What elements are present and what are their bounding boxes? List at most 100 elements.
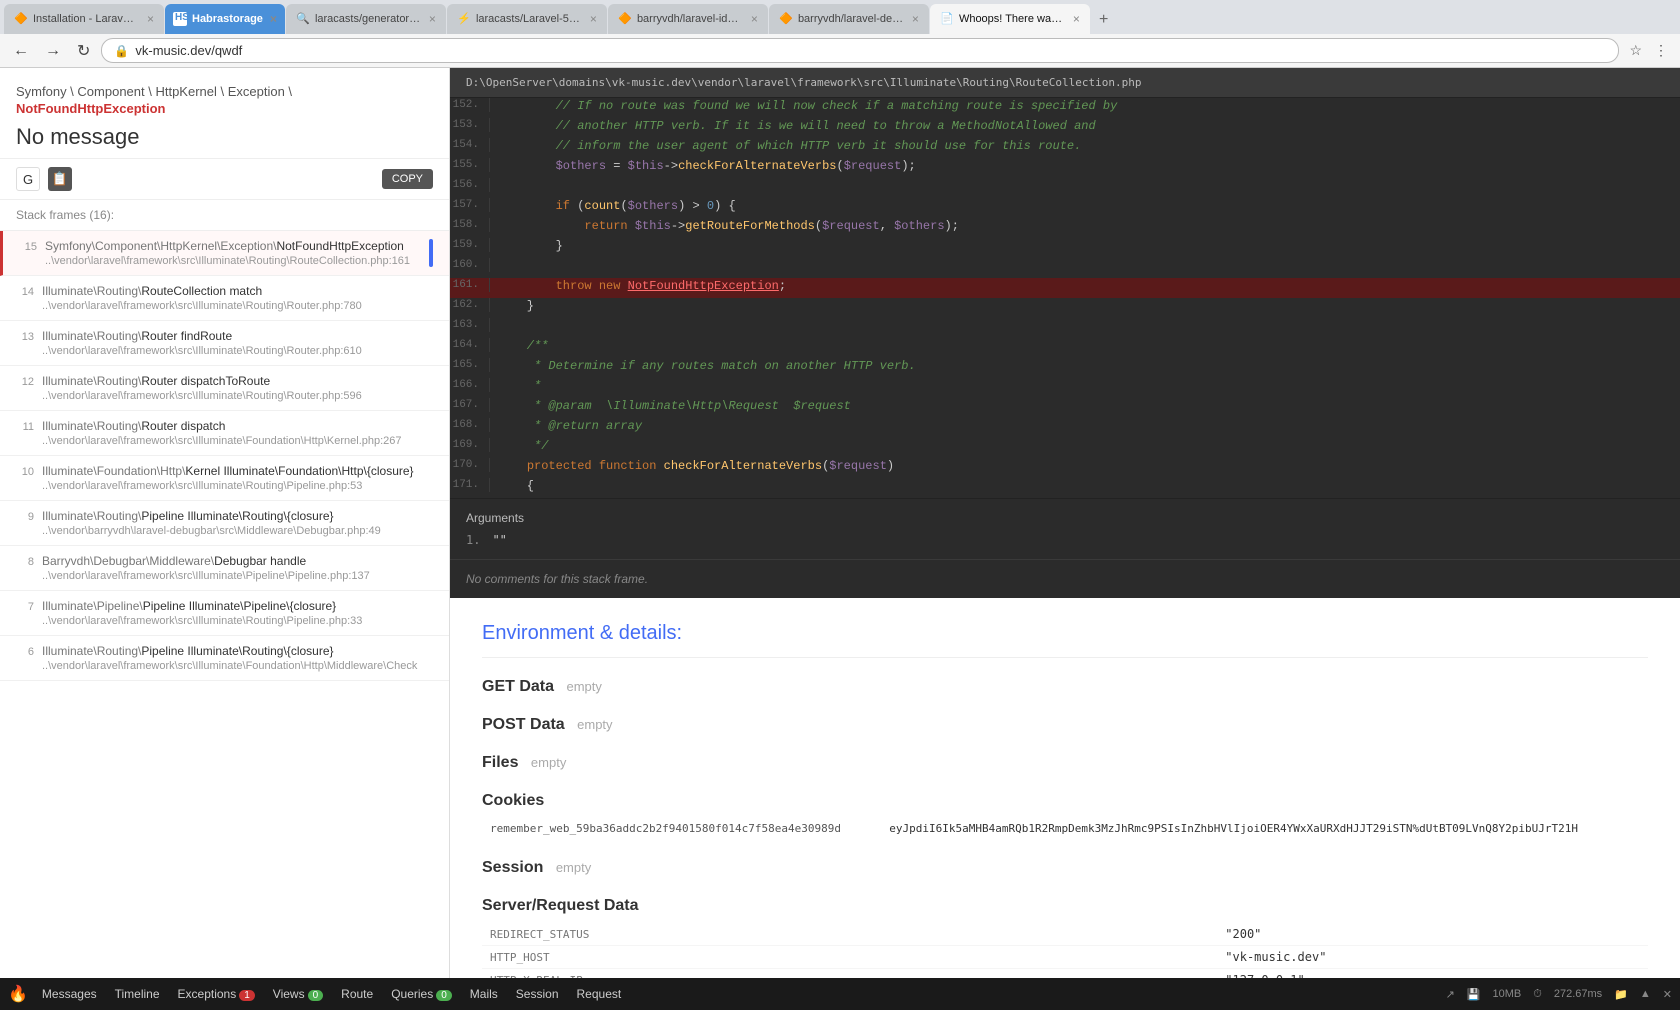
- main-content: Symfony \ Component \ HttpKernel \ Excep…: [0, 68, 1680, 978]
- frame-ns-9: Illuminate\Routing\: [42, 509, 141, 523]
- line-num-152: 152.: [450, 98, 490, 112]
- exceptions-label: Exceptions: [178, 987, 237, 1001]
- session-bottom-button[interactable]: Session: [508, 983, 567, 1005]
- frame-content-13: Illuminate\Routing\Router findRoute ..\v…: [42, 329, 433, 357]
- line-num-156: 156.: [450, 178, 490, 192]
- line-num-159: 159.: [450, 238, 490, 252]
- tab-close-7[interactable]: ×: [1073, 12, 1080, 26]
- frame-method-7: Pipeline Illuminate\Pipeline\{closure}: [143, 599, 336, 613]
- tab-close-1[interactable]: ×: [147, 12, 154, 26]
- frame-file-14: ..\vendor\laravel\framework\src\Illumina…: [42, 300, 433, 312]
- tab-favicon-6: 🔶: [779, 12, 793, 26]
- line-code-154: // inform the user agent of which HTTP v…: [498, 138, 1081, 154]
- address-bar[interactable]: 🔒 vk-music.dev/qwdf: [101, 38, 1619, 63]
- frame-ns-10: Illuminate\Foundation\Http\: [42, 464, 185, 478]
- tab-2[interactable]: HS Habrastorage ×: [165, 4, 285, 34]
- get-data-group: GET Data empty: [482, 678, 1648, 696]
- tab-close-4[interactable]: ×: [590, 12, 597, 26]
- stack-frame-14[interactable]: 14 Illuminate\Routing\RouteCollection ma…: [0, 276, 449, 321]
- tab-favicon-3: 🔍: [296, 12, 310, 26]
- tab-3[interactable]: 🔍 laracasts/generators - N... ×: [286, 4, 446, 34]
- frame-ns-6: Illuminate\Routing\: [42, 644, 141, 658]
- code-line-163: 163.: [450, 318, 1680, 338]
- server-val-realip: "127.0.0.1": [1217, 969, 1648, 979]
- stack-frame-11[interactable]: 11 Illuminate\Routing\Router dispatch ..…: [0, 411, 449, 456]
- exception-namespace: Symfony \ Component \ HttpKernel \ Excep…: [16, 84, 433, 99]
- post-label-text: POST Data: [482, 716, 565, 733]
- frame-file-10: ..\vendor\laravel\framework\src\Illumina…: [42, 480, 433, 492]
- copy-icon[interactable]: 📋: [48, 167, 72, 191]
- code-line-162: 162. }: [450, 298, 1680, 318]
- frame-file-11: ..\vendor\laravel\framework\src\Illumina…: [42, 435, 433, 447]
- server-key-host: HTTP_HOST: [482, 946, 1217, 969]
- tab-close-5[interactable]: ×: [751, 12, 758, 26]
- line-code-152: // If no route was found we will now che…: [498, 98, 1117, 114]
- code-line-158: 158. return $this->getRouteForMethods($r…: [450, 218, 1680, 238]
- frame-file-15: ..\vendor\laravel\framework\src\Illumina…: [45, 255, 421, 267]
- stack-frame-9[interactable]: 9 Illuminate\Routing\Pipeline Illuminate…: [0, 501, 449, 546]
- route-button[interactable]: Route: [333, 983, 381, 1005]
- session-label-text: Session: [482, 859, 543, 876]
- copy-button[interactable]: COPY: [382, 169, 433, 189]
- files-group: Files empty: [482, 754, 1648, 772]
- folder-icon[interactable]: 📁: [1614, 988, 1628, 1001]
- tab-7[interactable]: 📄 Whoops! There was an e... ×: [930, 4, 1090, 34]
- frame-title-10: Illuminate\Foundation\Http\Kernel Illumi…: [42, 464, 433, 478]
- bookmark-button[interactable]: ☆: [1625, 40, 1646, 61]
- time-value: 272.67ms: [1554, 988, 1602, 1001]
- frame-file-9: ..\vendor\barryvdh\laravel-debugbar\src\…: [42, 525, 433, 537]
- stack-frame-13[interactable]: 13 Illuminate\Routing\Router findRoute .…: [0, 321, 449, 366]
- frame-content-6: Illuminate\Routing\Pipeline Illuminate\R…: [42, 644, 433, 672]
- mails-button[interactable]: Mails: [462, 983, 506, 1005]
- tab-4[interactable]: ⚡ laracasts/Laravel-5-Gen... ×: [447, 4, 607, 34]
- new-tab-button[interactable]: +: [1091, 6, 1116, 34]
- lock-icon: 🔒: [114, 44, 129, 58]
- frame-title-9: Illuminate\Routing\Pipeline Illuminate\R…: [42, 509, 433, 523]
- line-num-154: 154.: [450, 138, 490, 152]
- line-num-153: 153.: [450, 118, 490, 132]
- line-num-170: 170.: [450, 458, 490, 472]
- request-button[interactable]: Request: [569, 983, 630, 1005]
- back-button[interactable]: ←: [8, 40, 34, 62]
- reload-button[interactable]: ↻: [72, 39, 95, 63]
- share-icon[interactable]: ↗: [1446, 988, 1455, 1001]
- stack-frame-12[interactable]: 12 Illuminate\Routing\Router dispatchToR…: [0, 366, 449, 411]
- stack-frame-15[interactable]: 15 Symfony\Component\HttpKernel\Exceptio…: [0, 231, 449, 276]
- tab-close-6[interactable]: ×: [912, 12, 919, 26]
- exceptions-button[interactable]: Exceptions1: [170, 983, 263, 1005]
- stack-frame-6[interactable]: 6 Illuminate\Routing\Pipeline Illuminate…: [0, 636, 449, 681]
- line-num-160: 160.: [450, 258, 490, 272]
- menu-button[interactable]: ⋮: [1650, 40, 1672, 61]
- forward-button[interactable]: →: [40, 40, 66, 62]
- stack-frame-7[interactable]: 7 Illuminate\Pipeline\Pipeline Illuminat…: [0, 591, 449, 636]
- frame-ns-8: Barryvdh\Debugbar\Middleware\: [42, 554, 214, 568]
- queries-button[interactable]: Queries0: [383, 983, 460, 1005]
- frame-title-6: Illuminate\Routing\Pipeline Illuminate\R…: [42, 644, 433, 658]
- close-debugbar-icon[interactable]: ✕: [1663, 988, 1672, 1001]
- views-button[interactable]: Views0: [265, 983, 331, 1005]
- line-num-158: 158.: [450, 218, 490, 232]
- line-code-159: }: [498, 238, 563, 254]
- memory-value: 10MB: [1493, 988, 1522, 1001]
- messages-button[interactable]: Messages: [34, 983, 105, 1005]
- stack-frame-8[interactable]: 8 Barryvdh\Debugbar\Middleware\Debugbar …: [0, 546, 449, 591]
- tab-5[interactable]: 🔶 barryvdh/laravel-ide-hel... ×: [608, 4, 768, 34]
- tab-6[interactable]: 🔶 barryvdh/laravel-debug... ×: [769, 4, 929, 34]
- cookies-group: Cookies remember_web_59ba36addc2b2f94015…: [482, 792, 1648, 839]
- frame-file-7: ..\vendor\laravel\framework\src\Illumina…: [42, 615, 433, 627]
- line-num-169: 169.: [450, 438, 490, 452]
- tab-close-3[interactable]: ×: [429, 12, 436, 26]
- timeline-button[interactable]: Timeline: [107, 983, 168, 1005]
- frame-num-13: 13: [16, 331, 34, 357]
- tab-label-1: Installation - Laravel - Th...: [33, 13, 140, 25]
- code-line-169: 169. */: [450, 438, 1680, 458]
- tab-favicon-1: 🔶: [14, 12, 28, 26]
- server-val-host: "vk-music.dev": [1217, 946, 1648, 969]
- stack-frame-10[interactable]: 10 Illuminate\Foundation\Http\Kernel Ill…: [0, 456, 449, 501]
- frame-num-10: 10: [16, 466, 34, 492]
- google-icon[interactable]: G: [16, 167, 40, 191]
- expand-icon[interactable]: ▲: [1640, 988, 1651, 1001]
- frame-file-8: ..\vendor\laravel\framework\src\Illumina…: [42, 570, 433, 582]
- tab-1[interactable]: 🔶 Installation - Laravel - Th... ×: [4, 4, 164, 34]
- tab-close-2[interactable]: ×: [270, 12, 277, 26]
